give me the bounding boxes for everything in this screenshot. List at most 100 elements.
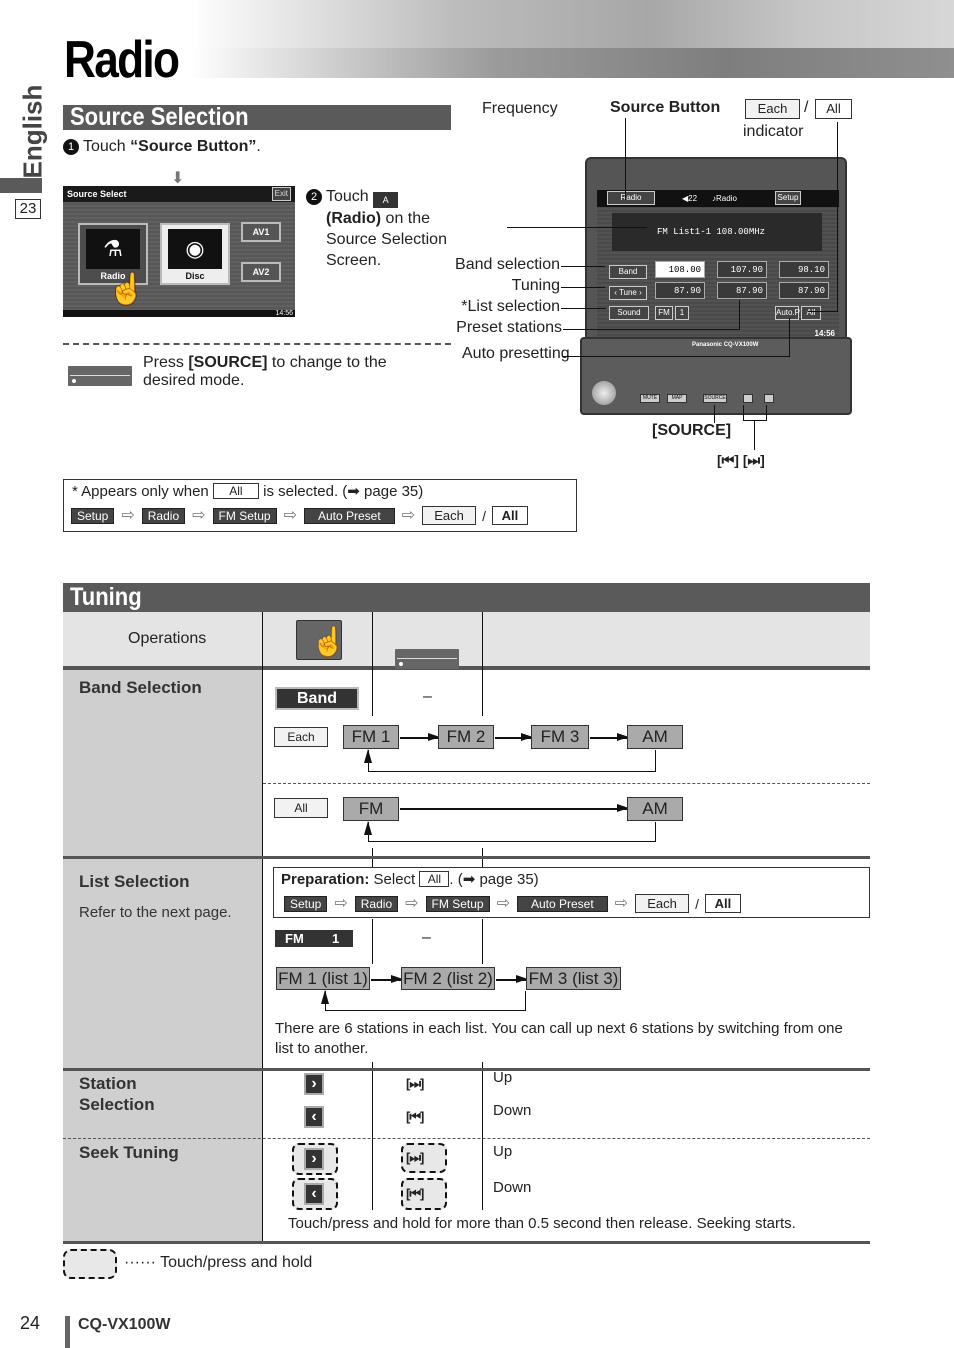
exit-button[interactable]: Exit — [271, 187, 291, 201]
step-bold: “Source Button” — [130, 138, 257, 155]
source-key[interactable]: SOURCE — [703, 394, 727, 403]
source-name: ♪Radio — [712, 194, 737, 203]
touch-panel-icon: ☝ — [296, 620, 346, 660]
arrow-down-icon: ⬇ — [171, 170, 185, 187]
disc-tile[interactable]: ◉ Disc — [160, 223, 230, 285]
preparation-text: Preparation: Select All. (➡ page 35) — [281, 870, 539, 888]
choice-all: All — [491, 506, 528, 525]
lcd-list-display[interactable]: 1 — [675, 306, 689, 320]
row-subtitle: Refer to the next page. — [79, 904, 232, 921]
operations-label: Operations — [128, 630, 207, 647]
leader-line — [743, 420, 767, 421]
lcd-radio-button[interactable]: Radio — [607, 191, 655, 205]
path-arrow-icon: ⇨ — [405, 894, 419, 912]
loop-back-line — [325, 991, 526, 1011]
step-text: Touch — [83, 138, 131, 155]
all-chip: All — [212, 483, 259, 499]
callout-tuning: Tuning — [511, 277, 560, 294]
footer-bar — [65, 1316, 70, 1348]
leader-line — [766, 405, 767, 420]
choice-each: Each — [422, 506, 477, 525]
path-radio: Radio — [354, 895, 399, 912]
choice-slash: / — [482, 507, 486, 524]
unit-dash: – — [422, 929, 431, 946]
lcd-top-bar: Radio ◀22 ♪Radio Setup — [597, 190, 839, 207]
leader-line — [837, 122, 838, 312]
loop-arrow-icon — [364, 749, 372, 763]
language-tab: English — [18, 85, 48, 179]
leader-line — [714, 405, 715, 423]
mute-key[interactable]: MUTE — [640, 394, 660, 403]
lcd-auto-preset-button[interactable]: Auto.P — [775, 306, 800, 320]
flow-fm1: FM 1 — [343, 725, 399, 749]
volume-knob[interactable] — [592, 381, 616, 405]
next-key[interactable] — [764, 394, 774, 403]
page-number: 24 — [20, 1313, 41, 1333]
callout-preset-stations: Preset stations — [456, 319, 562, 336]
choice-each: Each — [635, 894, 690, 913]
lcd-sound-button[interactable]: Sound — [609, 306, 649, 320]
lcd-tune-buttons[interactable]: ‹ Tune › — [609, 286, 647, 300]
path-arrow-icon: ⇨ — [283, 506, 297, 524]
column-divider — [482, 919, 483, 964]
press-key: [SOURCE] — [188, 354, 268, 371]
av2-button[interactable]: AV2 — [241, 262, 281, 282]
flow-am: AM — [627, 725, 683, 749]
screen-title: Source Select — [63, 186, 295, 202]
preset-3[interactable]: 98.10 — [779, 261, 829, 278]
language-tab-bar — [0, 178, 42, 193]
flow-arrow-icon — [496, 976, 528, 982]
preset-2[interactable]: 107.90 — [717, 261, 767, 278]
frequency-display: FM List1-1 108.00MHz — [612, 213, 822, 251]
map-key[interactable]: MAP — [667, 394, 687, 403]
fm-list-chip: FM 1 — [275, 930, 353, 947]
column-divider — [482, 612, 483, 716]
direction-down: Down — [493, 1102, 532, 1119]
indicator-all: All — [815, 99, 852, 119]
path-arrow-icon: ⇨ — [334, 894, 348, 912]
path-arrow-icon: ⇨ — [496, 894, 510, 912]
lcd-all-indicator: All — [801, 306, 821, 320]
band-button-chip: Band — [275, 687, 359, 710]
leader-line — [561, 308, 606, 309]
av1-button[interactable]: AV1 — [241, 222, 281, 242]
direction-up: Up — [493, 1069, 513, 1086]
mode-each: Each — [274, 727, 328, 747]
lcd-setup-button[interactable]: Setup — [775, 191, 801, 205]
tune-down-button: ‹ — [304, 1106, 324, 1128]
pointing-hand-icon: ☝ — [108, 273, 146, 306]
model-name: CQ-VX100W — [78, 1316, 171, 1333]
step-suffix: . — [256, 138, 261, 155]
footnote-prefix: * Appears only when — [72, 483, 213, 500]
next-key-label: [⏭] — [406, 1150, 424, 1165]
preset-4[interactable]: 87.90 — [655, 282, 705, 299]
footnote-box: * Appears only when All is selected. (➡ … — [63, 479, 577, 532]
leader-line — [739, 300, 740, 330]
unit-dash: – — [423, 688, 432, 705]
prev-key-label: [⏮] — [406, 1109, 424, 1124]
loop-back-line — [368, 822, 656, 842]
footnote-suffix: is selected. (➡ page 35) — [258, 483, 424, 500]
page-title: Radio — [64, 31, 180, 89]
callout-source-button: Source Button — [610, 99, 721, 116]
column-divider — [372, 919, 373, 964]
press-source-instruction: Press [SOURCE] to change to the desired … — [143, 354, 443, 390]
flow-arrow-icon — [371, 976, 403, 982]
row-rule — [63, 1068, 870, 1071]
preset-6[interactable]: 87.90 — [779, 282, 829, 299]
loop-back-line — [368, 750, 656, 772]
menu-path: Setup ⇨ Radio ⇨ FM Setup ⇨ Auto Preset ⇨… — [284, 894, 741, 913]
next-key-label: [⏭] — [406, 1076, 424, 1091]
prep-suffix: . (➡ page 35) — [449, 871, 539, 888]
loop-arrow-icon — [364, 821, 372, 835]
prev-key[interactable] — [743, 394, 753, 403]
preset-1[interactable]: 108.00 — [655, 261, 705, 278]
path-fm-setup: FM Setup — [425, 895, 490, 912]
disc-icon: ◉ — [168, 229, 222, 269]
lcd-band-button[interactable]: Band — [609, 265, 647, 279]
flow-arrow-icon — [590, 734, 629, 740]
leader-line — [563, 356, 789, 357]
preset-5[interactable]: 87.90 — [717, 282, 767, 299]
loop-arrow-icon — [321, 990, 329, 1004]
callout-source-key: [SOURCE] — [652, 422, 732, 439]
